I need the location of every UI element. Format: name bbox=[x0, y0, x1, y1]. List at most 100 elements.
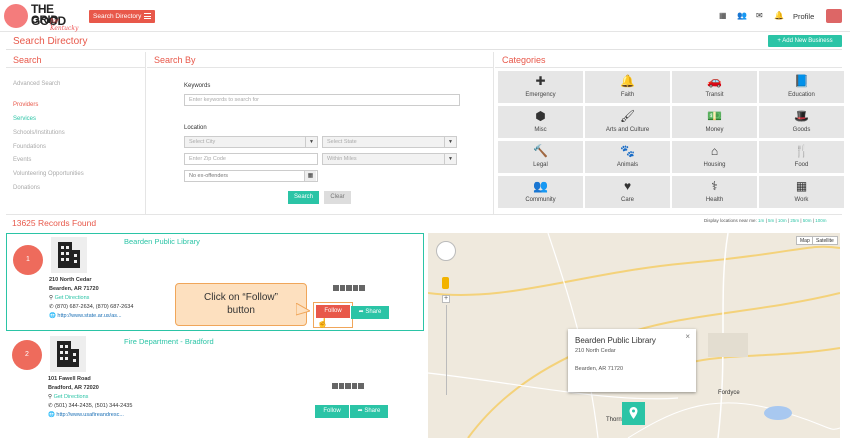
website-row[interactable]: 🌐 http://www.usafireandresc... bbox=[48, 412, 124, 420]
record-city: Bearden, AR 71720 bbox=[49, 286, 99, 292]
category-tile-community[interactable]: 👥 Community bbox=[498, 176, 583, 208]
town-label: Fordyce bbox=[718, 390, 740, 396]
grid-icon[interactable]: ▦ bbox=[304, 171, 316, 181]
category-tile-misc[interactable]: ⬢ Misc bbox=[498, 106, 583, 138]
gavel-icon: 🔨 bbox=[533, 144, 548, 158]
book-icon: 📘 bbox=[794, 74, 809, 88]
record-street: 101 Fawell Road bbox=[48, 376, 91, 382]
callout-pointer bbox=[296, 303, 310, 316]
record-website[interactable]: http://www.state.ar.us/as... bbox=[57, 313, 121, 319]
bell-icon: 🔔 bbox=[620, 74, 635, 88]
record-website[interactable]: http://www.usafireandresc... bbox=[56, 412, 124, 418]
distance-1m[interactable]: 1m bbox=[758, 218, 764, 223]
record-name[interactable]: Bearden Public Library bbox=[124, 237, 200, 246]
city-select-placeholder: Select City bbox=[189, 139, 216, 145]
search-item-schools[interactable]: Schools/Institutions bbox=[13, 130, 65, 136]
search-panel: Search Advanced Search Providers Service… bbox=[6, 52, 146, 214]
phone-row: ✆ (501) 344-2435, (501) 344-2435 bbox=[48, 403, 132, 411]
logo[interactable]: THE GOOD GRID for Kentucky bbox=[4, 3, 84, 32]
miles-select[interactable]: Within Miles ▼ bbox=[322, 153, 457, 165]
category-label: Emergency bbox=[525, 92, 556, 98]
record-name[interactable]: Fire Department - Bradford bbox=[124, 337, 214, 346]
pegman-icon[interactable] bbox=[442, 277, 449, 289]
map-marker-icon[interactable] bbox=[622, 402, 645, 425]
distance-prefix: Display locations near me: bbox=[704, 218, 757, 223]
distance-50m[interactable]: 50m bbox=[803, 218, 812, 223]
distance-filter: Display locations near me: 1m | 5m | 10m… bbox=[704, 218, 827, 223]
city-select[interactable]: Select City ▼ bbox=[184, 136, 318, 148]
category-tile-work[interactable]: ▦ Work bbox=[759, 176, 844, 208]
search-by-panel: Search By bbox=[147, 52, 494, 214]
distance-25m[interactable]: 25m bbox=[790, 218, 799, 223]
bell-icon[interactable]: 🔔 bbox=[774, 12, 784, 20]
category-tile-money[interactable]: 💵 Money bbox=[672, 106, 757, 138]
envelope-icon[interactable]: ✉ bbox=[756, 12, 763, 20]
distance-100m[interactable]: 100m bbox=[815, 218, 826, 223]
grid-icon[interactable]: ▦ bbox=[719, 12, 727, 20]
search-item-services[interactable]: Services bbox=[13, 116, 36, 122]
search-item-donations[interactable]: Donations bbox=[13, 185, 40, 191]
share-button[interactable]: ➦ Share bbox=[351, 306, 389, 319]
follow-button[interactable]: Follow bbox=[315, 405, 349, 418]
category-tile-emergency[interactable]: ✚ Emergency bbox=[498, 71, 583, 103]
advanced-search-link[interactable]: Advanced Search bbox=[13, 81, 60, 87]
search-directory-button[interactable]: Search Directory bbox=[89, 10, 155, 23]
category-tile-animals[interactable]: 🐾 Animals bbox=[585, 141, 670, 173]
paw-icon: 🐾 bbox=[620, 144, 635, 158]
category-tile-housing[interactable]: ⌂ Housing bbox=[672, 141, 757, 173]
search-item-volunteering[interactable]: Volunteering Opportunities bbox=[13, 171, 84, 177]
keywords-input[interactable]: Enter keywords to search for bbox=[184, 94, 460, 106]
money-icon: 💵 bbox=[707, 109, 722, 123]
category-tile-faith[interactable]: 🔔 Faith bbox=[585, 71, 670, 103]
clear-button[interactable]: Clear bbox=[324, 191, 351, 204]
search-item-providers[interactable]: Providers bbox=[13, 102, 38, 108]
top-navbar: THE GOOD GRID for Kentucky Search Direct… bbox=[0, 0, 850, 32]
category-label: Care bbox=[620, 197, 634, 203]
distance-5m[interactable]: 5m bbox=[768, 218, 774, 223]
category-tile-arts-and-culture[interactable]: 🖌 Arts and Culture bbox=[585, 106, 670, 138]
users-icon[interactable]: 👥 bbox=[737, 12, 747, 20]
zip-input[interactable]: Enter Zip Code bbox=[184, 153, 318, 165]
category-label: Legal bbox=[533, 162, 548, 168]
search-item-events[interactable]: Events bbox=[13, 157, 31, 163]
zoom-in-button[interactable]: + bbox=[442, 295, 450, 303]
medkit-icon: ✚ bbox=[535, 74, 546, 88]
directions-row[interactable]: ⚲ Get Directions bbox=[49, 295, 89, 303]
avatar[interactable] bbox=[826, 9, 842, 23]
rating-stars[interactable] bbox=[332, 383, 364, 389]
phone-icon: ✆ bbox=[49, 304, 54, 310]
record-street: 210 North Cedar bbox=[49, 277, 92, 283]
share-button[interactable]: ➦ Share bbox=[350, 405, 388, 418]
category-tile-health[interactable]: ⚕ Health bbox=[672, 176, 757, 208]
record-city: Bradford, AR 72020 bbox=[48, 385, 99, 391]
pan-control[interactable] bbox=[436, 241, 456, 261]
get-directions-link[interactable]: Get Directions bbox=[54, 394, 89, 400]
category-label: Health bbox=[705, 197, 724, 203]
search-item-foundations[interactable]: Foundations bbox=[13, 144, 46, 150]
search-button[interactable]: Search bbox=[288, 191, 319, 204]
profile-link[interactable]: Profile bbox=[793, 12, 814, 21]
category-tile-legal[interactable]: 🔨 Legal bbox=[498, 141, 583, 173]
car-icon: 🚗 bbox=[707, 74, 722, 88]
category-tile-goods[interactable]: 🎩 Goods bbox=[759, 106, 844, 138]
category-tile-food[interactable]: 🍴 Food bbox=[759, 141, 844, 173]
get-directions-link[interactable]: Get Directions bbox=[55, 295, 90, 301]
map-type-satellite[interactable]: Satellite bbox=[812, 236, 838, 245]
state-select[interactable]: Select State ▼ bbox=[322, 136, 457, 148]
website-row[interactable]: 🌐 http://www.state.ar.us/as... bbox=[49, 313, 122, 321]
distance-10m[interactable]: 10m bbox=[778, 218, 787, 223]
category-tile-transit[interactable]: 🚗 Transit bbox=[672, 71, 757, 103]
category-tile-education[interactable]: 📘 Education bbox=[759, 71, 844, 103]
globe-icon: 🌐 bbox=[48, 412, 55, 418]
directions-row[interactable]: ⚲ Get Directions bbox=[48, 394, 88, 402]
rating-stars[interactable] bbox=[333, 285, 365, 291]
category-tile-care[interactable]: ♥ Care bbox=[585, 176, 670, 208]
zoom-slider[interactable] bbox=[446, 305, 447, 395]
add-new-business-button[interactable]: + Add New Business bbox=[768, 35, 842, 47]
logo-script: for Kentucky bbox=[50, 18, 79, 32]
map[interactable]: Map Satellite + Bearden Public Library 2… bbox=[428, 233, 840, 438]
no-ex-offenders-field[interactable]: No ex-offenders ▦ bbox=[184, 170, 318, 182]
record-card: 2 Fire Department - Bradford 101 Fawell … bbox=[6, 334, 424, 432]
category-label: Animals bbox=[616, 162, 639, 168]
close-icon[interactable]: × bbox=[685, 332, 690, 341]
